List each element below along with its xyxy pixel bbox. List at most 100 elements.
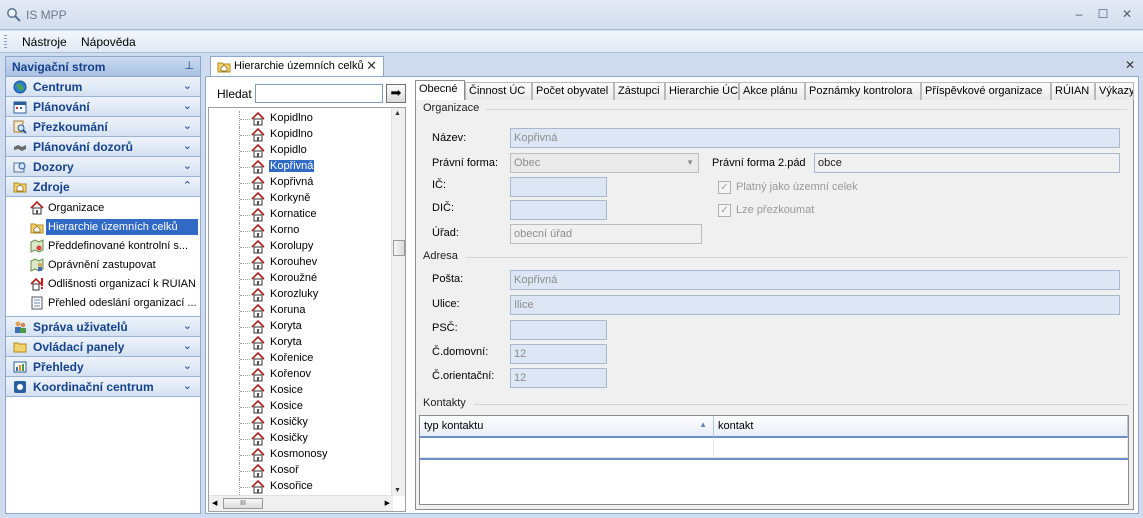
- close-document-icon[interactable]: ✕: [1125, 58, 1135, 72]
- toolbar-grip[interactable]: [4, 35, 7, 49]
- ic-field[interactable]: [510, 177, 607, 197]
- tab-item[interactable]: RÚIAN: [1051, 82, 1095, 100]
- scroll-thumb[interactable]: [393, 240, 405, 256]
- nav-group-planovani-dozoru[interactable]: Plánování dozorů ⌄: [6, 137, 200, 157]
- cislo-orientacni-label: Č.orientační:: [432, 370, 495, 382]
- column-header-kontakt[interactable]: kontakt: [714, 416, 1128, 438]
- tree-item[interactable]: Kosičky: [209, 431, 389, 447]
- table-row[interactable]: [420, 440, 714, 458]
- tree-item[interactable]: Kořenice: [209, 351, 389, 367]
- house-icon: [30, 201, 44, 215]
- tab-item[interactable]: Zástupci: [614, 82, 665, 100]
- pin-icon[interactable]: ⊥: [184, 59, 194, 72]
- nav-item-odlisnosti[interactable]: Odlišnosti organizací k RÚIAN: [6, 275, 200, 294]
- search-go-button[interactable]: ➡: [386, 84, 406, 103]
- nav-group-zdroje-items: Organizace Hierarchie územních celků Pře…: [6, 197, 200, 317]
- nav-group-prezkoumani[interactable]: Přezkoumání ⌄: [6, 117, 200, 137]
- scroll-thumb[interactable]: III: [223, 498, 263, 509]
- tree-item[interactable]: Korouhev: [209, 255, 389, 271]
- scroll-up-icon[interactable]: ▲: [394, 110, 401, 117]
- maximize-button[interactable]: ☐: [1094, 6, 1112, 22]
- tree-item[interactable]: Koryta: [209, 335, 389, 351]
- tree-item[interactable]: Korozluky: [209, 287, 389, 303]
- tab-item[interactable]: Akce plánu: [739, 82, 805, 100]
- network-icon: [14, 381, 26, 393]
- document-tab-hierarchie[interactable]: Hierarchie územních celků ✕: [210, 56, 384, 76]
- tree-item[interactable]: Kopřivná: [209, 159, 389, 175]
- house-icon: [251, 400, 265, 414]
- nav-group-planovani[interactable]: Plánování ⌄: [6, 97, 200, 117]
- tree-item[interactable]: Koroužné: [209, 271, 389, 287]
- close-tab-icon[interactable]: ✕: [366, 58, 377, 74]
- tree-item[interactable]: Kosice: [209, 383, 389, 399]
- tab-item[interactable]: Počet obyvatel: [532, 82, 614, 100]
- menu-nastroje[interactable]: Nástroje: [19, 34, 70, 50]
- menu-bar: Nástroje Nápověda: [0, 31, 1143, 53]
- nav-group-centrum[interactable]: Centrum ⌄: [6, 77, 200, 97]
- tree-horizontal-scrollbar[interactable]: ◀ III ▶: [209, 495, 393, 511]
- cislo-orientacni-field[interactable]: 12: [510, 368, 607, 388]
- cislo-domovni-field[interactable]: 12: [510, 344, 607, 364]
- nav-item-hierarchie[interactable]: Hierarchie územních celků: [6, 218, 200, 237]
- nav-group-dozory[interactable]: Dozory ⌄: [6, 157, 200, 177]
- tree-vertical-scrollbar[interactable]: ▲ ▼: [391, 108, 405, 496]
- tree-item[interactable]: Kosmonosy: [209, 447, 389, 463]
- tab-item[interactable]: Činnost ÚC: [465, 82, 532, 100]
- tree-item[interactable]: Korolupy: [209, 239, 389, 255]
- tree-item[interactable]: Kosořice: [209, 479, 389, 495]
- urad-label: Úřad:: [432, 227, 459, 239]
- tree-connector: [239, 463, 251, 479]
- tab-item[interactable]: Poznámky kontrolora: [805, 82, 921, 100]
- tree-item[interactable]: Kosoř: [209, 463, 389, 479]
- tree-item[interactable]: Kosičky: [209, 415, 389, 431]
- group-divider: [486, 109, 1127, 110]
- tree-item[interactable]: Korkyně: [209, 191, 389, 207]
- tree-item[interactable]: Koruna: [209, 303, 389, 319]
- nazev-field[interactable]: Kopřivná: [510, 128, 1120, 148]
- nav-group-sprava-uzivatelu[interactable]: Správa uživatelů ⌄: [6, 317, 200, 337]
- menu-napoveda[interactable]: Nápověda: [78, 34, 139, 50]
- psc-field[interactable]: [510, 320, 607, 340]
- tree-item[interactable]: Kopidlno: [209, 127, 389, 143]
- scroll-right-icon[interactable]: ▶: [385, 499, 390, 507]
- table-row[interactable]: [714, 440, 1128, 458]
- tree-item[interactable]: Kosice: [209, 399, 389, 415]
- tree-item[interactable]: Kopidlo: [209, 143, 389, 159]
- pravni-forma-2pad-field[interactable]: obce: [814, 153, 1120, 173]
- dic-field[interactable]: [510, 200, 607, 220]
- house-icon: [251, 192, 265, 206]
- urad-field[interactable]: obecní úřad: [510, 224, 702, 244]
- report-icon: [13, 361, 27, 373]
- posta-label: Pošta:: [432, 273, 464, 285]
- scroll-left-icon[interactable]: ◀: [212, 499, 217, 507]
- nav-group-prehledy[interactable]: Přehledy ⌄: [6, 357, 200, 377]
- nav-item-organizace[interactable]: Organizace: [6, 199, 200, 218]
- nav-group-koordinacni-centrum[interactable]: Koordinační centrum ⌄: [6, 377, 200, 397]
- nav-item-preddefinovane[interactable]: Předdefinované kontrolní s...: [6, 237, 200, 256]
- scroll-down-icon[interactable]: ▼: [394, 487, 401, 494]
- grid-divider: [420, 458, 1128, 460]
- tab-item[interactable]: Příspěvkové organizace: [921, 82, 1051, 100]
- column-header-typ-kontaktu[interactable]: typ kontaktu ▲: [420, 416, 714, 438]
- tree-item[interactable]: Kopidlno: [209, 111, 389, 127]
- nav-item-opravneni[interactable]: Oprávnění zastupovat: [6, 256, 200, 275]
- tab-item[interactable]: Hierarchie ÚC: [665, 82, 739, 100]
- tab-obecne[interactable]: Obecné: [415, 80, 465, 101]
- nav-item-prehled-odeslani[interactable]: Přehled odeslání organizací ...: [6, 294, 200, 313]
- posta-field[interactable]: Kopřivná: [510, 270, 1120, 290]
- tree-connector: [239, 351, 251, 367]
- tab-item[interactable]: Výkazy: [1095, 82, 1134, 100]
- tree-item[interactable]: Koryta: [209, 319, 389, 335]
- search-input[interactable]: [255, 84, 383, 103]
- nav-group-label: Plánování dozorů: [33, 140, 134, 154]
- tree-item[interactable]: Kopřivná: [209, 175, 389, 191]
- nav-group-zdroje[interactable]: Zdroje ⌃: [6, 177, 200, 197]
- ulice-field[interactable]: Ilice: [510, 295, 1120, 315]
- nav-group-ovladaci-panely[interactable]: Ovládací panely ⌄: [6, 337, 200, 357]
- tree-item[interactable]: Kořenov: [209, 367, 389, 383]
- pravni-forma-select[interactable]: Obec ▼: [510, 153, 699, 173]
- tree-item[interactable]: Korno: [209, 223, 389, 239]
- tree-item[interactable]: Kornatice: [209, 207, 389, 223]
- minimize-button[interactable]: ‒: [1070, 6, 1088, 22]
- close-window-button[interactable]: ✕: [1118, 6, 1136, 22]
